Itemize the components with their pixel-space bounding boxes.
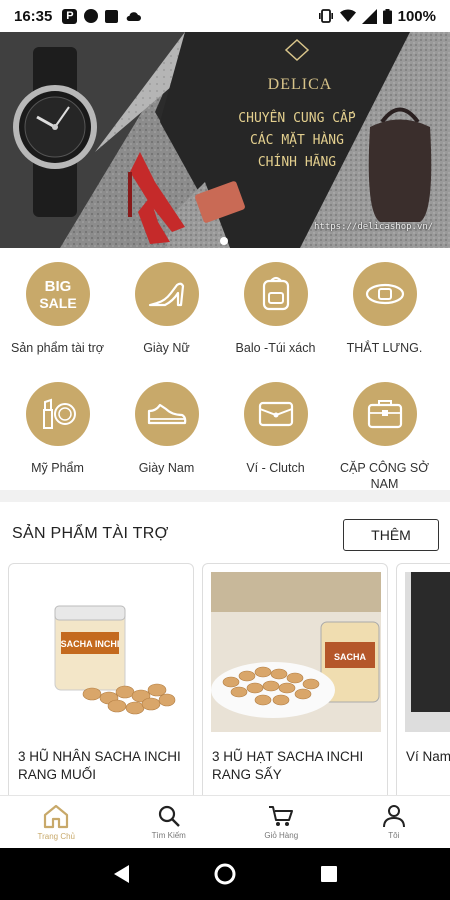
- product-card[interactable]: SACHA 3 HŨ HẠT SACHA INCHI RANG SẤY: [202, 563, 388, 795]
- parking-icon: P: [62, 8, 78, 24]
- nav-label: Trang Chủ: [37, 832, 76, 841]
- back-icon[interactable]: [111, 863, 131, 885]
- product-card[interactable]: SACHA INCHI 3 HŨ NHÂN SACHA INCHI RANG M…: [8, 563, 194, 795]
- category-wallets[interactable]: Ví - Clutch: [221, 372, 330, 492]
- banner-brand: DELICA: [230, 50, 370, 94]
- nav-label: Tìm Kiếm: [151, 831, 186, 840]
- category-label: THẮT LƯNG.: [346, 341, 423, 355]
- carousel-indicator[interactable]: [220, 237, 228, 245]
- product-name: Ví Nam: [406, 749, 450, 764]
- sneaker-icon: [134, 382, 199, 446]
- category-grid: BIG SALE Sản phẩm tài trợ Giày Nữ Balo -…: [0, 252, 450, 492]
- nav-home[interactable]: Trang Chủ: [0, 796, 113, 848]
- banner-tagline: CHUYÊN CUNG CẤP CÁC MẶT HÀNG CHÍNH HÃNG: [222, 108, 372, 174]
- svg-text:BIG: BIG: [44, 278, 71, 295]
- search-icon: [158, 805, 180, 827]
- backpack-icon: [243, 262, 308, 326]
- category-label: Giày Nam: [138, 461, 195, 475]
- home-icon: [44, 804, 69, 829]
- banner-tagline-line-1: CHUYÊN CUNG CẤP: [238, 111, 356, 126]
- product-image: [405, 572, 450, 732]
- category-womens-shoes[interactable]: Giày Nữ: [112, 252, 221, 372]
- category-cosmetics[interactable]: Mỹ Phẩm: [3, 372, 112, 492]
- notification-square-icon: [105, 9, 119, 23]
- banner-tagline-line-3: CHÍNH HÃNG: [257, 155, 337, 170]
- nav-label: Giỏ Hàng: [264, 831, 299, 840]
- more-button[interactable]: THÊM: [343, 519, 439, 551]
- system-nav-bar: [0, 848, 450, 900]
- status-time: 16:35: [14, 7, 53, 25]
- svg-text:SACHA INCHI: SACHA INCHI: [61, 639, 120, 649]
- cosmetics-icon: [25, 382, 90, 446]
- app-screen: 16:35 P 100% DELICA CHUYÊN CUNG CẤP CÁC …: [0, 0, 450, 900]
- banner-url: https://delicashop.vn/: [314, 222, 434, 232]
- product-name: 3 HŨ HẠT SACHA INCHI RANG SẤY: [212, 749, 364, 782]
- nav-label: Tôi: [388, 831, 400, 840]
- belt-icon: [352, 262, 417, 326]
- nav-search[interactable]: Tìm Kiếm: [113, 796, 226, 848]
- home-button-icon[interactable]: [213, 862, 237, 886]
- product-image: SACHA: [211, 572, 381, 732]
- svg-text:SALE: SALE: [39, 295, 76, 311]
- category-label: Ví - Clutch: [246, 461, 305, 475]
- big-sale-icon: BIG SALE: [25, 262, 90, 326]
- wallet-icon: [243, 382, 308, 446]
- briefcase-icon: [352, 382, 417, 446]
- cart-icon: [269, 806, 294, 826]
- svg-text:SACHA: SACHA: [334, 652, 367, 662]
- banner-tagline-line-2: CÁC MẶT HÀNG: [250, 133, 344, 148]
- category-bags[interactable]: Balo -Túi xách: [221, 252, 330, 372]
- category-briefcases[interactable]: CẶP CÔNG SỞ NAM: [330, 372, 439, 492]
- category-sponsored[interactable]: BIG SALE Sản phẩm tài trợ: [3, 252, 112, 372]
- cloud-icon: [127, 12, 142, 21]
- battery-icon: [382, 8, 392, 24]
- category-label: Giày Nữ: [143, 341, 190, 355]
- category-label: Mỹ Phẩm: [31, 461, 84, 475]
- user-icon: [382, 805, 405, 828]
- product-image: SACHA INCHI: [17, 572, 187, 732]
- category-label: Sản phẩm tài trợ: [11, 341, 104, 355]
- wifi-icon: [339, 9, 356, 22]
- category-label: Balo -Túi xách: [235, 341, 316, 355]
- banner-logo-text: DELICA: [267, 76, 333, 93]
- category-belts[interactable]: THẮT LƯNG.: [330, 252, 439, 372]
- notification-dot-icon: [84, 9, 99, 23]
- promo-banner[interactable]: DELICA CHUYÊN CUNG CẤP CÁC MẶT HÀNG CHÍN…: [0, 32, 450, 248]
- section-divider: [0, 490, 450, 502]
- category-mens-shoes[interactable]: Giày Nam: [112, 372, 221, 492]
- category-label: CẶP CÔNG SỞ NAM: [340, 461, 429, 491]
- product-name: 3 HŨ NHÂN SACHA INCHI RANG MUỐI: [18, 749, 181, 782]
- high-heel-icon: [134, 262, 199, 326]
- nav-profile[interactable]: Tôi: [338, 796, 450, 848]
- vibrate-icon: [318, 9, 333, 23]
- signal-icon: [361, 8, 377, 24]
- recents-icon[interactable]: [319, 864, 339, 884]
- bottom-nav: Trang Chủ Tìm Kiếm Giỏ Hàng Tôi: [0, 795, 450, 848]
- section-title: SẢN PHẨM TÀI TRỢ: [12, 525, 169, 542]
- battery-percent: 100%: [397, 7, 436, 25]
- product-card[interactable]: Ví Nam: [396, 563, 450, 795]
- product-carousel[interactable]: SACHA INCHI 3 HŨ NHÂN SACHA INCHI RANG M…: [8, 563, 450, 795]
- nav-cart[interactable]: Giỏ Hàng: [225, 796, 338, 848]
- status-bar: 16:35 P 100%: [0, 0, 450, 32]
